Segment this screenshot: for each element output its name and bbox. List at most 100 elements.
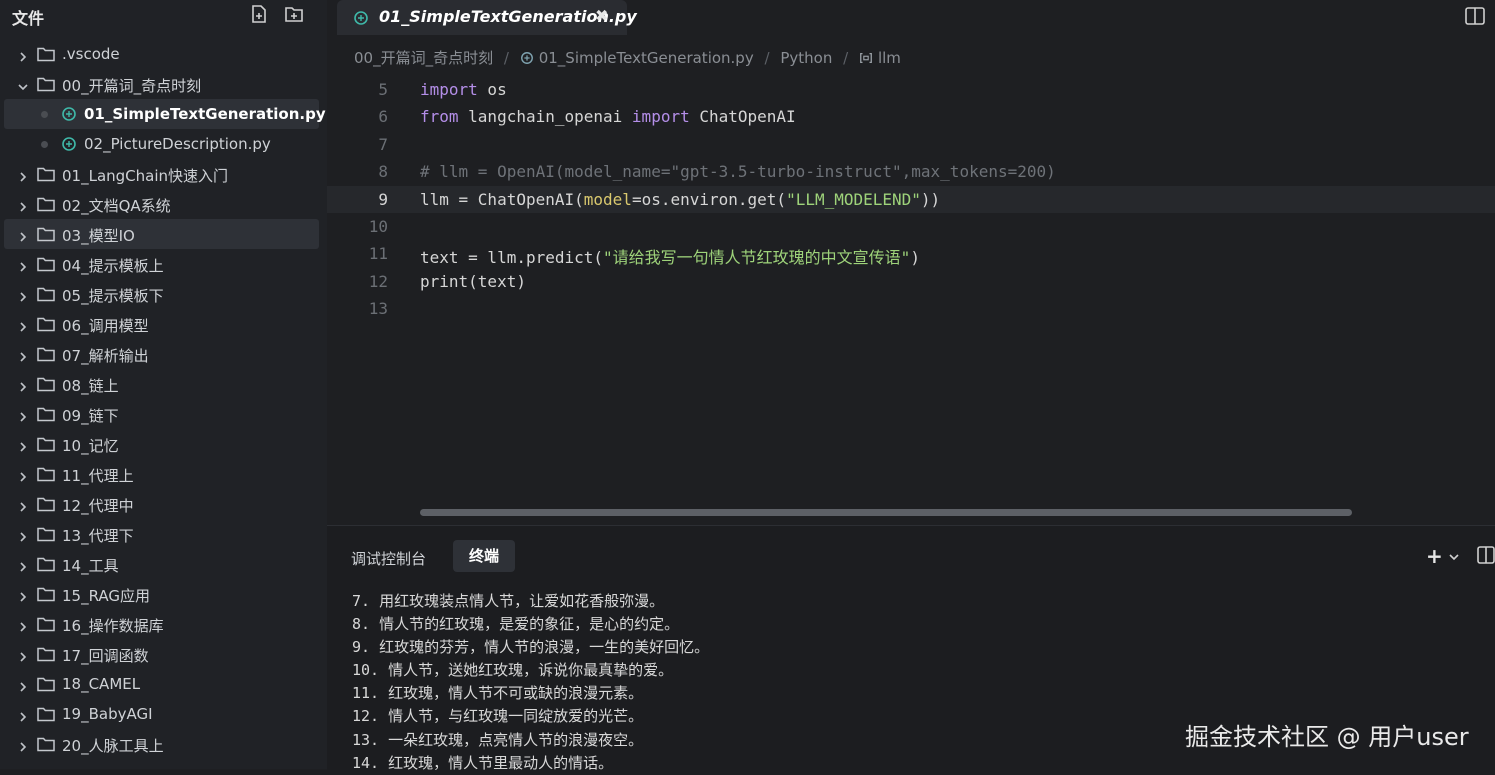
tree-item-label: 13_代理下 [62,527,134,545]
folder-tree-item[interactable]: 11_代理上 [0,459,327,489]
folder-tree-item[interactable]: 07_解析输出 [0,339,327,369]
chevron-right-icon[interactable] [17,678,29,692]
folder-tree-item[interactable]: .vscode [0,39,327,69]
folder-tree-item[interactable]: 03_模型IO [0,219,327,249]
terminal-output[interactable]: 7. 用红玫瑰装点情人节，让爱如花香般弥漫。 8. 情人节的红玫瑰，是爱的象征，是… [352,590,709,775]
chevron-right-icon[interactable] [17,378,29,392]
horizontal-scrollbar[interactable] [420,509,1352,516]
breadcrumb-language[interactable]: Python [780,49,832,67]
new-file-icon[interactable] [249,4,269,24]
editor-tab-active[interactable]: 01_SimpleTextGeneration.py ✖ [337,0,637,35]
folder-icon [37,316,55,332]
folder-tree-item[interactable]: 09_链下 [0,399,327,429]
explorer-header: 文件 [0,0,327,30]
chevron-right-icon[interactable] [17,258,29,272]
breadcrumb-folder[interactable]: 00_开篇词_奇点时刻 [354,47,493,68]
folder-tree-item[interactable]: 04_提示模板上 [0,249,327,279]
add-terminal-button[interactable]: + [1426,544,1443,568]
tree-item-label: 09_链下 [62,407,119,425]
code-text: from langchain_openai import ChatOpenAI [420,107,796,127]
folder-icon [37,616,55,632]
code-line[interactable]: 6 from langchain_openai import ChatOpenA… [327,103,1495,130]
code-line[interactable]: 7 [327,131,1495,158]
chevron-right-icon[interactable] [17,168,29,182]
tree-item-label: 02_PictureDescription.py [84,135,271,153]
line-number: 6 [378,107,388,127]
tab-terminal[interactable]: 终端 [453,540,515,572]
code-line[interactable]: 10 [327,213,1495,240]
chevron-right-icon[interactable] [17,318,29,332]
folder-tree-item[interactable]: 01_LangChain快速入门 [0,159,327,189]
tree-item-label: 07_解析输出 [62,347,149,365]
new-folder-icon[interactable] [284,4,304,24]
folder-tree-item[interactable]: 00_开篇词_奇点时刻 [0,69,327,99]
code-line[interactable]: 8 # llm = OpenAI(model_name="gpt-3.5-tur… [327,158,1495,185]
python-file-icon [61,136,77,152]
folder-icon [37,76,55,92]
folder-tree-item[interactable]: 13_代理下 [0,519,327,549]
split-terminal-icon[interactable] [1477,546,1495,564]
code-line-current[interactable]: 9 llm = ChatOpenAI(model=os.environ.get(… [327,185,1495,213]
folder-tree-item[interactable]: 15_RAG应用 [0,579,327,609]
tab-debug-console[interactable]: 调试控制台 [351,548,426,580]
chevron-right-icon[interactable] [17,408,29,422]
folder-icon [37,256,55,272]
code-line[interactable]: 12 print(text) [327,268,1495,295]
chevron-right-icon[interactable] [17,528,29,542]
folder-tree-item[interactable]: 10_记忆 [0,429,327,459]
folder-tree-item[interactable]: 16_操作数据库 [0,609,327,639]
code-text: llm = ChatOpenAI(model=os.environ.get("L… [420,189,941,209]
code-line[interactable]: 13 [327,295,1495,322]
folder-tree-item[interactable]: 06_调用模型 [0,309,327,339]
tree-item-label: 10_记忆 [62,437,119,455]
breadcrumb-separator: / [764,48,770,67]
chevron-right-icon[interactable] [17,288,29,302]
chevron-right-icon[interactable] [17,498,29,512]
folder-tree-item[interactable]: 02_文档QA系统 [0,189,327,219]
folder-tree-item[interactable]: 14_工具 [0,549,327,579]
chevron-right-icon[interactable] [17,618,29,632]
code-line[interactable]: 11 text = llm.predict("请给我写一句情人节红玫瑰的中文宣传… [327,240,1495,267]
chevron-right-icon[interactable] [17,738,29,752]
chevron-right-icon[interactable] [17,708,29,722]
code-line[interactable]: 5 import os [327,76,1495,103]
line-number: 8 [378,162,388,182]
folder-tree-item[interactable]: 20_人脉工具上 [0,729,327,759]
folder-icon [37,166,55,182]
file-tree-item[interactable]: 02_PictureDescription.py [0,129,327,159]
folder-tree-item[interactable]: 08_链上 [0,369,327,399]
chevron-right-icon[interactable] [17,468,29,482]
chevron-right-icon[interactable] [17,648,29,662]
file-tree: .vscode 00_开篇词_奇点时刻 01_SimpleTextGeneratio… [0,39,327,759]
terminal-line: 11. 红玫瑰，情人节不可或缺的浪漫元素。 [352,684,644,703]
tree-item-label: 03_模型IO [62,227,135,245]
code-editor[interactable]: 5 import os 6 from langchain_openai impo… [327,76,1495,323]
file-tree-item[interactable]: 01_SimpleTextGeneration.py [0,99,327,129]
chevron-right-icon[interactable] [17,198,29,212]
split-editor-icon[interactable] [1465,7,1485,25]
folder-tree-item[interactable]: 19_BabyAGI [0,699,327,729]
breadcrumb-file[interactable]: 01_SimpleTextGeneration.py [539,49,754,67]
chevron-right-icon[interactable] [17,228,29,242]
folder-tree-item[interactable]: 17_回调函数 [0,639,327,669]
code-text: text = llm.predict("请给我写一句情人节红玫瑰的中文宣传语") [420,248,920,268]
breadcrumb-symbol[interactable]: llm [878,49,901,67]
chevron-right-icon[interactable] [17,588,29,602]
chevron-down-icon[interactable] [1448,548,1460,561]
file-explorer: 文件 .vscode 00_开篇词_奇点时刻 01_SimpleTextGenera… [0,0,327,769]
chevron-right-icon[interactable] [17,558,29,572]
tree-item-label: 20_人脉工具上 [62,737,164,755]
line-number: 5 [378,80,388,99]
folder-tree-item[interactable]: 12_代理中 [0,489,327,519]
tree-indent-dot [41,141,48,148]
folder-tree-item[interactable]: 18_CAMEL [0,669,327,699]
close-icon[interactable]: ✖ [595,6,608,25]
chevron-right-icon[interactable] [17,348,29,362]
chevron-right-icon[interactable] [17,48,29,62]
folder-tree-item[interactable]: 05_提示模板下 [0,279,327,309]
chevron-down-icon[interactable] [17,78,29,91]
terminal-line: 7. 用红玫瑰装点情人节，让爱如花香般弥漫。 [352,592,665,610]
line-number: 9 [378,189,388,209]
folder-icon [37,736,55,752]
chevron-right-icon[interactable] [17,438,29,452]
